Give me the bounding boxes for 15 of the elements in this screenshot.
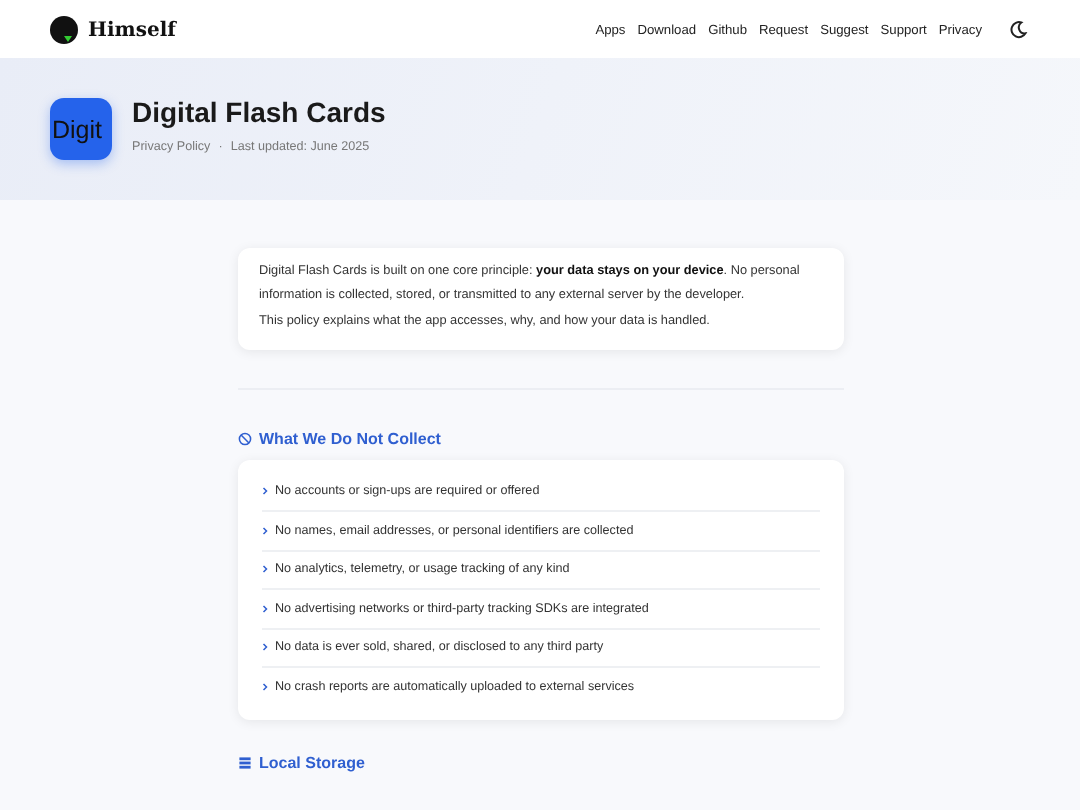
logo-icon[interactable]	[50, 16, 78, 44]
icon-alt-text: Digit	[52, 115, 103, 143]
list-icon	[237, 755, 251, 769]
page-title: Digital Flash Cards	[132, 96, 386, 128]
chevron-icon	[261, 525, 267, 536]
chevron-icon	[261, 642, 267, 653]
section-heading: What We Do Not Collect	[259, 429, 441, 447]
moon-icon[interactable]	[1008, 20, 1028, 40]
chevron-icon	[261, 486, 267, 497]
chevron-icon	[261, 681, 267, 692]
section-heading: Local Storage	[259, 753, 365, 771]
chevron-icon	[261, 603, 267, 614]
prohibited-icon	[237, 431, 251, 445]
chevron-icon	[261, 564, 267, 575]
brand-link[interactable]: Himself	[88, 19, 176, 41]
